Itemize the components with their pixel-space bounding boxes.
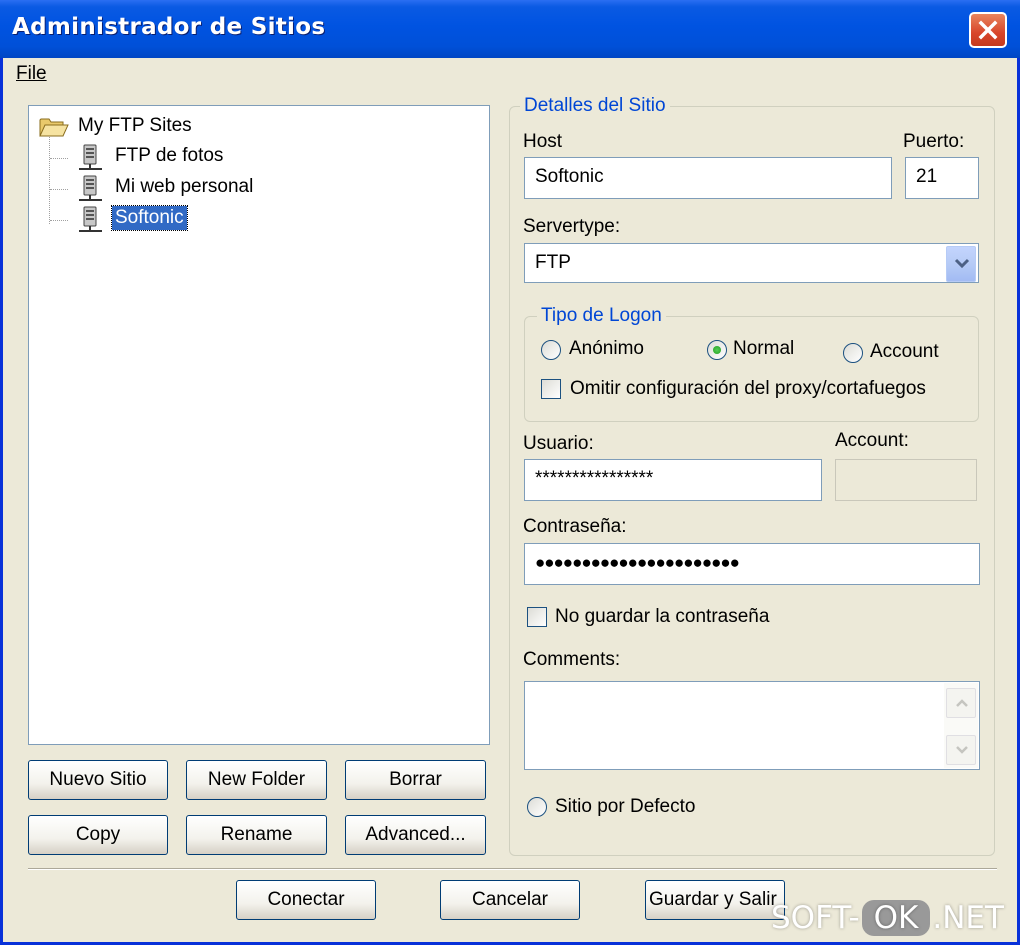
bypass-proxy-label: Omitir configuración del proxy/cortafueg… [570,378,926,399]
scroll-down-button[interactable] [946,735,976,765]
tree-item-label: Mi web personal [115,176,254,197]
site-manager-window: Administrador de Sitios File My FTP Site… [0,0,1020,945]
logon-anonymous-label: Anónimo [569,338,644,359]
footer-divider [28,868,997,870]
site-tree[interactable]: My FTP Sites FTP de fotos Mi web persona… [28,105,490,745]
user-label: Usuario: [523,433,594,454]
new-folder-button[interactable]: New Folder [186,760,327,800]
new-site-label: Nuevo Sitio [49,769,147,790]
user-input[interactable]: **************** [524,459,822,501]
advanced-button[interactable]: Advanced... [345,815,486,855]
server-icon [79,144,102,170]
folder-open-icon [39,118,69,137]
chevron-down-icon [954,258,970,269]
delete-label: Borrar [389,769,442,790]
site-details-title: Detalles del Sitio [520,95,670,117]
logon-anonymous-radio[interactable] [541,340,561,360]
cancel-label: Cancelar [471,889,549,910]
host-label: Host [523,131,563,152]
servertype-select[interactable]: FTP [524,243,979,283]
copy-label: Copy [75,824,121,845]
advanced-label: Advanced... [365,824,466,845]
window-title: Administrador de Sitios [12,14,326,40]
cancel-button[interactable]: Cancelar [440,880,580,920]
watermark: SOFT- OK .NET [771,900,1004,942]
delete-button[interactable]: Borrar [345,760,486,800]
connect-label: Conectar [267,889,345,910]
tree-line [50,158,68,159]
server-icon [79,175,102,201]
save-exit-label: Guardar y Salir [649,889,777,910]
copy-button[interactable]: Copy [28,815,168,855]
bypass-proxy-checkbox[interactable] [541,379,561,399]
port-input[interactable]: 21 [905,157,979,199]
tree-line [50,220,68,221]
logon-normal-radio[interactable] [707,340,727,360]
logon-type-title: Tipo de Logon [537,305,666,327]
password-input[interactable]: ●●●●●●●●●●●●●●●●●●●●●● [524,543,980,585]
title-bar[interactable]: Administrador de Sitios [0,0,1020,58]
chevron-down-icon [956,746,968,754]
close-icon [978,20,998,40]
default-site-radio[interactable] [527,797,547,817]
chevron-up-icon [956,699,968,707]
default-site-label: Sitio por Defecto [555,796,696,817]
comments-label: Comments: [523,649,621,670]
server-icon [79,206,102,232]
new-folder-label: New Folder [207,769,306,790]
logon-normal-label: Normal [733,338,795,359]
port-label: Puerto: [903,131,965,152]
rename-button[interactable]: Rename [186,815,327,855]
close-button[interactable] [969,12,1007,48]
watermark-middle: OK [861,900,931,936]
comments-scrollbar[interactable] [944,683,978,768]
tree-item-label: Softonic [111,205,188,231]
host-input[interactable]: Softonic [524,157,892,199]
menu-file-label: File [16,63,47,84]
account-label: Account: [835,430,909,451]
tree-line [49,134,50,224]
dont-save-password-checkbox[interactable] [527,607,547,627]
menu-bar: File [3,58,1017,88]
menu-file[interactable]: File [16,63,47,85]
tree-line [50,189,68,190]
watermark-right: .NET [932,900,1004,936]
account-input[interactable] [835,459,977,501]
password-label: Contraseña: [523,516,627,537]
dont-save-password-label: No guardar la contraseña [555,606,770,627]
scroll-up-button[interactable] [946,688,976,718]
logon-account-label: Account [870,341,939,362]
comments-textarea[interactable] [524,681,980,770]
servertype-label: Servertype: [523,216,621,237]
rename-label: Rename [220,824,293,845]
watermark-left: SOFT- [771,900,860,936]
tree-item-label: FTP de fotos [115,145,224,166]
logon-account-radio[interactable] [843,343,863,363]
servertype-dropdown-button[interactable] [946,246,976,282]
save-exit-button[interactable]: Guardar y Salir [645,880,785,920]
tree-root-label: My FTP Sites [78,115,192,136]
new-site-button[interactable]: Nuevo Sitio [28,760,168,800]
connect-button[interactable]: Conectar [236,880,376,920]
logon-type-group: Tipo de Logon [524,305,979,422]
servertype-value: FTP [535,252,571,273]
